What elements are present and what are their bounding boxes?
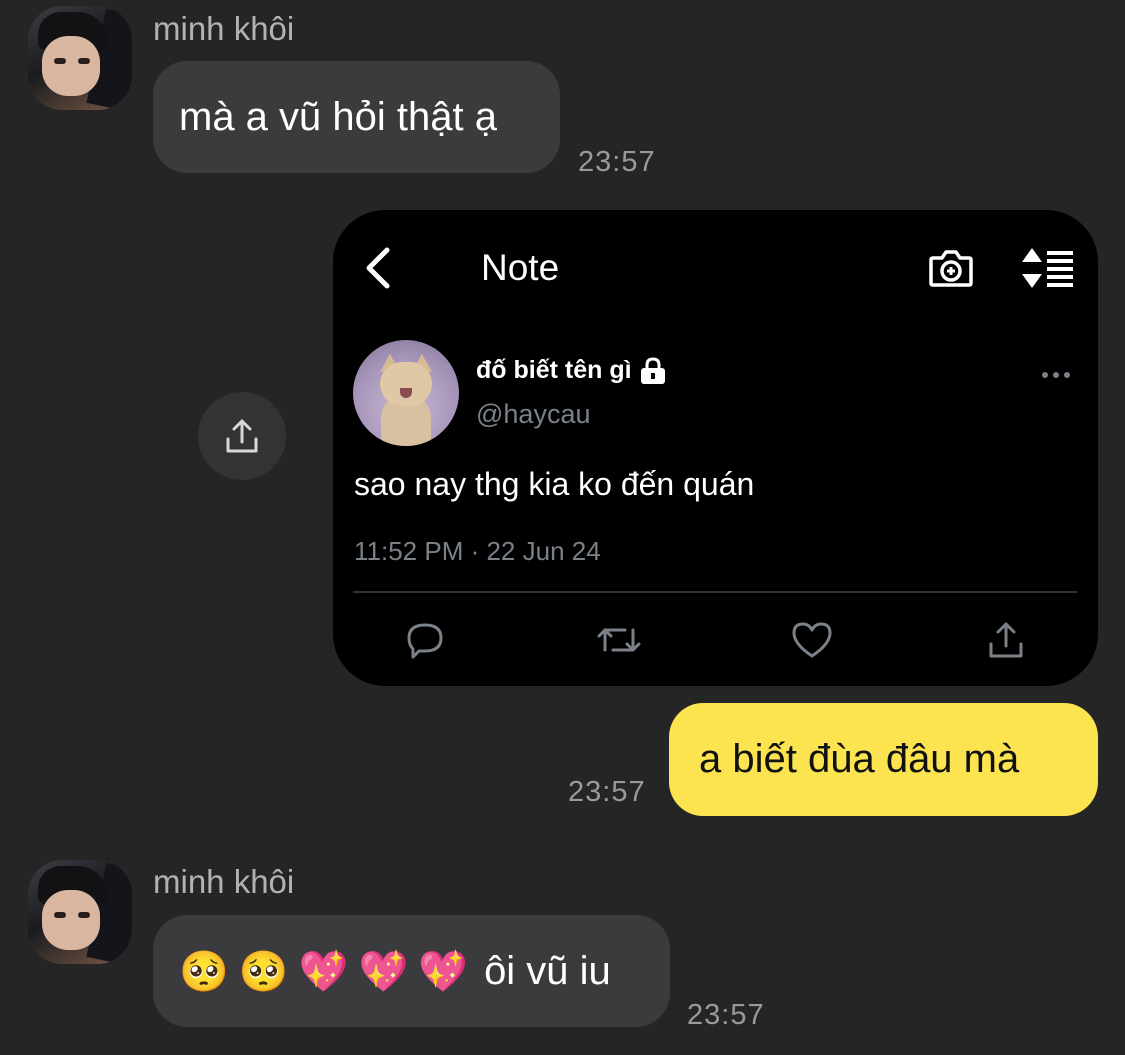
message-bubble-incoming[interactable]: mà a vũ hỏi thật ạ bbox=[153, 61, 560, 173]
camera-add-icon[interactable] bbox=[928, 245, 974, 291]
message-bubble-incoming[interactable]: 🥺 🥺 💖 💖 💖 ôi vũ iu bbox=[153, 915, 670, 1027]
note-title: Note bbox=[481, 247, 560, 288]
author-handle: @haycau bbox=[476, 399, 591, 429]
message-timestamp: 23:57 bbox=[578, 146, 656, 178]
reply-icon[interactable] bbox=[405, 620, 445, 660]
sender-name: minh khôi bbox=[153, 863, 295, 900]
note-text: sao nay thg kia ko đến quán bbox=[354, 466, 755, 502]
author-name: đố biết tên gì bbox=[476, 356, 632, 384]
message-text: a biết đùa đâu mà bbox=[699, 737, 1020, 781]
sparkling-heart-emoji: 💖 bbox=[358, 948, 409, 995]
message-bubble-outgoing[interactable]: a biết đùa đâu mà bbox=[669, 703, 1098, 816]
share-icon bbox=[226, 419, 258, 453]
sender-avatar[interactable] bbox=[28, 6, 132, 110]
lock-icon bbox=[640, 356, 665, 384]
divider bbox=[353, 591, 1077, 593]
pleading-face-emoji: 🥺 bbox=[179, 948, 229, 995]
sort-list-icon[interactable] bbox=[1021, 246, 1077, 290]
note-meta: 11:52 PM · 22 Jun 24 bbox=[354, 536, 601, 566]
pleading-face-emoji: 🥺 bbox=[238, 948, 289, 995]
sparkling-heart-emoji: 💖 bbox=[298, 948, 349, 995]
author-avatar[interactable] bbox=[353, 340, 459, 446]
sender-avatar[interactable] bbox=[28, 860, 132, 964]
message-text: mà a vũ hỏi thật ạ bbox=[179, 94, 497, 139]
message-timestamp: 23:57 bbox=[568, 776, 646, 808]
sparkling-heart-emoji: 💖 bbox=[418, 948, 469, 995]
sender-name: minh khôi bbox=[153, 10, 295, 47]
back-icon[interactable] bbox=[361, 246, 397, 290]
retweet-icon[interactable] bbox=[595, 620, 643, 660]
message-text: ôi vũ iu bbox=[484, 948, 611, 993]
shared-note-card[interactable]: Note đố biết tên gì @haycau sao nay thg … bbox=[333, 210, 1098, 686]
like-icon[interactable] bbox=[791, 620, 833, 660]
share-button[interactable] bbox=[198, 392, 286, 480]
message-timestamp: 23:57 bbox=[687, 999, 765, 1031]
author-name-row: đố biết tên gì bbox=[476, 356, 668, 385]
tweet-share-icon[interactable] bbox=[986, 620, 1026, 660]
more-icon[interactable] bbox=[1041, 370, 1071, 380]
